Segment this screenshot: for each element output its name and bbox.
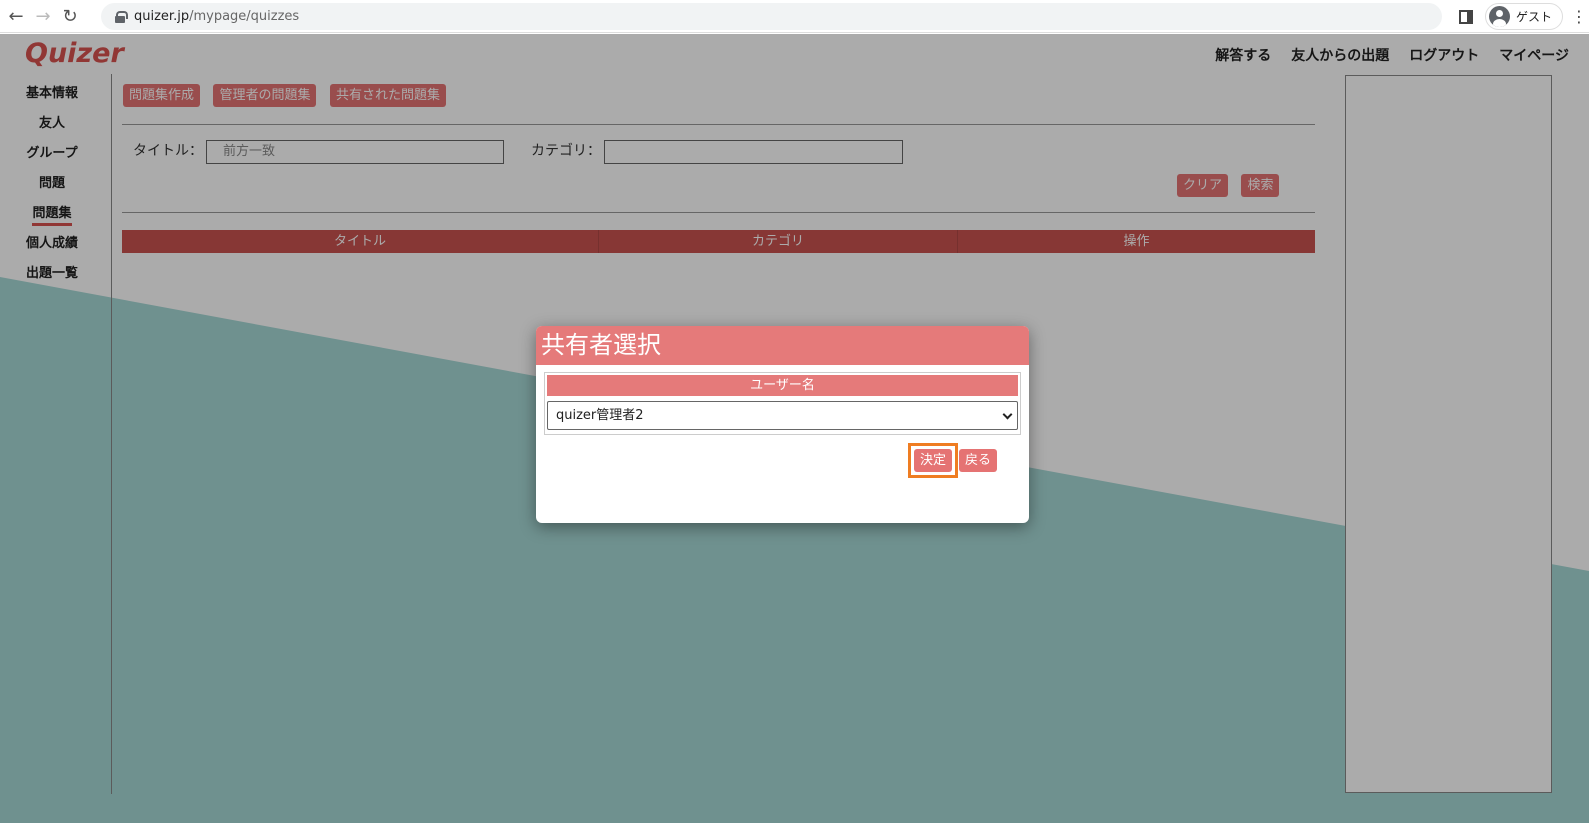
browser-toolbar: ← → ↻ quizer.jp/mypage/quizzes ゲスト ⋮: [0, 0, 1589, 33]
back-arrow-icon[interactable]: ←: [5, 5, 27, 27]
address-bar[interactable]: quizer.jp/mypage/quizzes: [101, 3, 1442, 30]
chevron-down-icon: [1002, 409, 1013, 420]
dialog-title: 共有者選択: [536, 326, 1029, 365]
decide-highlight: 決定: [908, 443, 959, 478]
user-select[interactable]: quizer管理者2: [547, 401, 1018, 430]
url-path: /mypage/quizzes: [189, 9, 300, 24]
user-table: ユーザー名 quizer管理者2: [544, 372, 1021, 435]
more-menu-icon[interactable]: ⋮: [1571, 7, 1587, 26]
profile-button[interactable]: ゲスト: [1484, 3, 1563, 30]
user-select-value: quizer管理者2: [556, 408, 644, 423]
username-column-header: ユーザー名: [547, 375, 1018, 396]
decide-button[interactable]: 決定: [914, 449, 953, 472]
profile-avatar-icon: [1488, 6, 1510, 27]
back-button[interactable]: 戻る: [959, 449, 998, 472]
dialog-actions: 決定 戻る: [908, 443, 998, 478]
forward-arrow-icon[interactable]: →: [32, 5, 54, 27]
side-panel-icon[interactable]: [1458, 9, 1473, 24]
lock-icon: [115, 10, 128, 23]
url-host: quizer.jp: [134, 9, 190, 24]
share-user-select-dialog: 共有者選択 ユーザー名 quizer管理者2 決定 戻る: [536, 326, 1029, 523]
reload-icon[interactable]: ↻: [59, 5, 81, 27]
profile-label: ゲスト: [1515, 10, 1552, 24]
page: Quizer 解答する 友人からの出題 ログアウト マイページ 基本情報 友人 …: [0, 34, 1589, 823]
